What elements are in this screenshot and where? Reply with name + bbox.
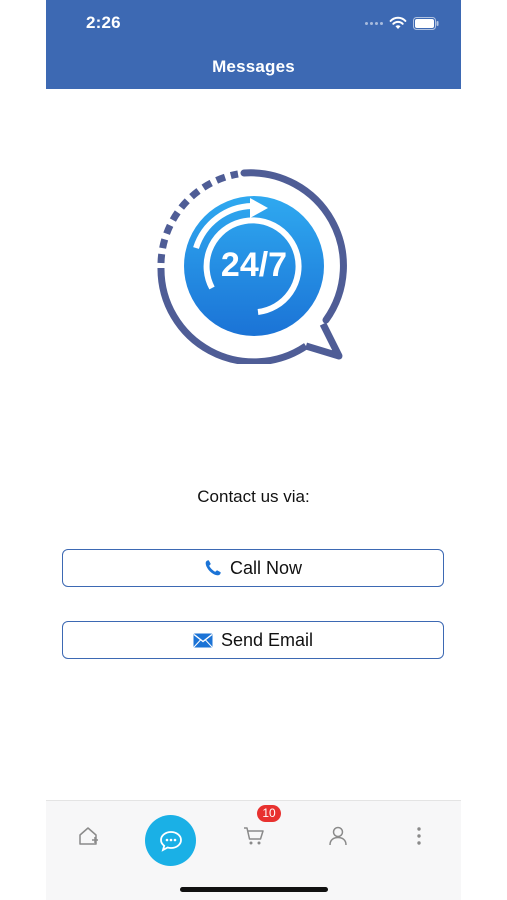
- send-email-button[interactable]: Send Email: [62, 621, 444, 659]
- status-icons: [365, 14, 439, 32]
- cart-icon: [244, 827, 264, 845]
- more-icon: [417, 827, 421, 845]
- call-now-button[interactable]: Call Now: [62, 549, 444, 587]
- tab-home[interactable]: [73, 823, 103, 849]
- header-bar: 2:26 Messages: [46, 0, 461, 89]
- send-email-label: Send Email: [220, 629, 314, 650]
- tab-more[interactable]: [404, 823, 434, 849]
- logo-text: 24/7: [221, 246, 287, 284]
- 24-7-support-icon: 24/7: [157, 169, 347, 364]
- tab-messages[interactable]: [145, 815, 196, 866]
- home-icon: [79, 827, 98, 845]
- chat-bubble-icon: [159, 830, 182, 852]
- home-indicator: [180, 887, 328, 892]
- page-title: Messages: [212, 57, 295, 76]
- call-now-label: Call Now: [229, 557, 303, 578]
- phone-icon: [204, 559, 222, 577]
- tab-bar: 10: [46, 800, 461, 900]
- profile-icon: [329, 826, 347, 846]
- tab-profile[interactable]: [323, 823, 353, 849]
- wifi-icon: [389, 16, 407, 29]
- app-screen: 2:26 Messages 24/7 Contact us via: Call …: [46, 0, 461, 900]
- status-time: 2:26: [86, 13, 121, 32]
- cart-badge: 10: [257, 805, 281, 822]
- envelope-icon: [193, 633, 213, 648]
- contact-label: Contact us via:: [197, 487, 310, 506]
- tab-cart[interactable]: [239, 823, 269, 849]
- battery-icon: [413, 16, 439, 30]
- cellular-signal-icon: [365, 21, 383, 25]
